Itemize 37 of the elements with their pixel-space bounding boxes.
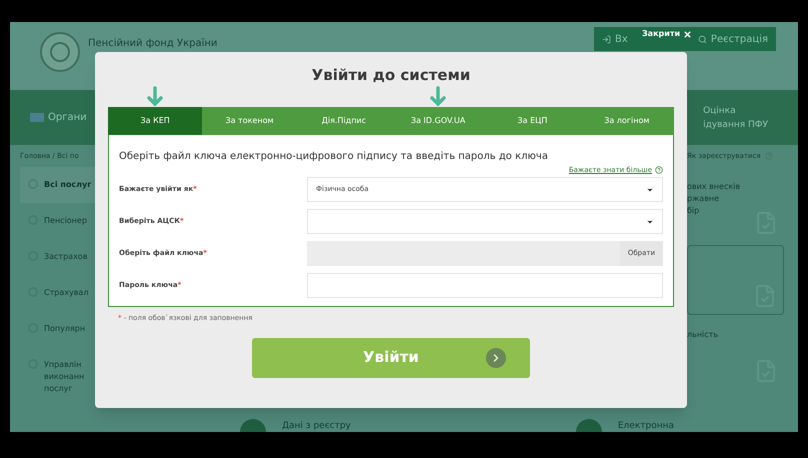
login-button[interactable]: Увійти	[252, 338, 530, 378]
sidebar-item[interactable]: Пенсіонер	[20, 203, 96, 239]
close-button[interactable]: Закрити	[642, 28, 692, 40]
service-icon	[576, 419, 602, 432]
sidebar-item[interactable]: Всі послуг	[20, 167, 96, 203]
password-field[interactable]	[307, 273, 663, 298]
sidebar-item[interactable]: Управлін виконанн послуг	[20, 347, 96, 407]
service-link[interactable]: Дані з реєстру	[282, 421, 351, 432]
service-icon	[240, 419, 266, 432]
search-icon	[698, 34, 707, 44]
login-icon	[602, 34, 611, 44]
login-tab[interactable]: За логіном	[580, 106, 674, 134]
sidebar-item[interactable]: Застрахов	[20, 239, 96, 275]
login-link[interactable]: Вх	[602, 32, 628, 46]
login-tab[interactable]: За ID.GOV.UA	[390, 106, 486, 134]
instruction-text: Оберіть файл ключа електронно-цифрового підпису та введіть пароль до ключа	[119, 150, 549, 164]
login-tab[interactable]: За токеном	[202, 106, 297, 134]
logo-icon	[40, 32, 80, 72]
register-link[interactable]: Реєстрація	[698, 32, 768, 46]
service-link[interactable]: Електронна	[618, 421, 674, 432]
dialog-title: Увійти до системи	[312, 65, 470, 86]
sidebar-item[interactable]: Популярн	[20, 311, 96, 347]
service-card[interactable]: ових внесків ржавне бір	[687, 171, 784, 241]
service-card[interactable]	[687, 245, 784, 315]
close-icon	[683, 30, 692, 38]
login-tab[interactable]: За ЕЦП	[485, 106, 580, 134]
flag-icon	[30, 113, 44, 122]
select-field[interactable]	[307, 209, 663, 234]
login-tab[interactable]: Дія.Підпис	[296, 106, 391, 134]
service-icon	[28, 179, 38, 189]
site-name: Пенсійний фонд України	[88, 37, 218, 51]
service-card[interactable]: льність	[687, 319, 784, 389]
nav-link[interactable]: Оцінка ідування ПФУ	[703, 104, 768, 132]
sidebar-item[interactable]: Страхувал	[20, 275, 96, 311]
nav-link[interactable]: Органи	[30, 110, 87, 125]
help-icon	[655, 166, 663, 174]
login-tab[interactable]: За КЕП	[108, 106, 202, 134]
